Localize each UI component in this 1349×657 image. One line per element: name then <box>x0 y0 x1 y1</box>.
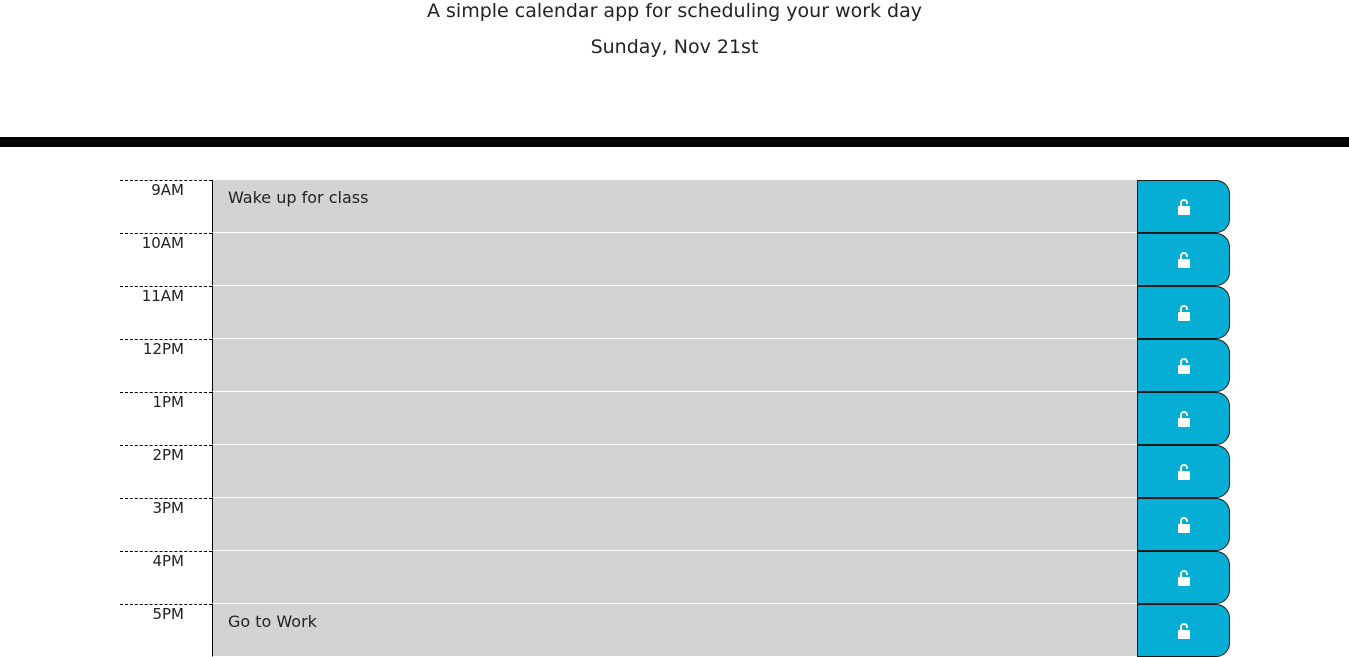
save-button[interactable] <box>1137 604 1230 657</box>
current-day: Sunday, Nov 21st <box>590 36 759 58</box>
save-button[interactable] <box>1137 445 1230 498</box>
unlock-icon <box>1177 358 1190 374</box>
unlock-icon <box>1177 464 1190 480</box>
save-button[interactable] <box>1137 180 1230 233</box>
unlock-icon <box>1177 517 1190 533</box>
unlock-icon <box>1177 199 1190 215</box>
description-textarea[interactable] <box>212 339 1137 392</box>
unlock-icon <box>1177 411 1190 427</box>
schedule-container: 9AM Wake up for class 10AM 11AM 12PM 1PM <box>120 180 1230 657</box>
hour-label: 10AM <box>120 233 212 286</box>
hour-label: 1PM <box>120 392 212 445</box>
save-button[interactable] <box>1137 339 1230 392</box>
save-button[interactable] <box>1137 498 1230 551</box>
description-textarea[interactable]: Go to Work <box>212 604 1137 657</box>
time-block-row: 12PM <box>120 339 1230 392</box>
unlock-icon <box>1177 623 1190 639</box>
time-block-row: 5PM Go to Work <box>120 604 1230 657</box>
hour-label: 2PM <box>120 445 212 498</box>
description-textarea[interactable] <box>212 392 1137 445</box>
time-block-row: 1PM <box>120 392 1230 445</box>
app-description: A simple calendar app for scheduling you… <box>426 0 923 22</box>
jumbotron-header: A simple calendar app for scheduling you… <box>0 0 1349 137</box>
hour-label: 9AM <box>120 180 212 233</box>
header-divider <box>0 137 1349 147</box>
hour-label: 3PM <box>120 498 212 551</box>
description-textarea[interactable] <box>212 445 1137 498</box>
description-textarea[interactable] <box>212 286 1137 339</box>
unlock-icon <box>1177 252 1190 268</box>
hour-label: 11AM <box>120 286 212 339</box>
hour-label: 4PM <box>120 551 212 604</box>
time-block-row: 11AM <box>120 286 1230 339</box>
hour-label: 5PM <box>120 604 212 657</box>
time-block-row: 4PM <box>120 551 1230 604</box>
save-button[interactable] <box>1137 286 1230 339</box>
time-block-row: 3PM <box>120 498 1230 551</box>
hour-label: 12PM <box>120 339 212 392</box>
save-button[interactable] <box>1137 551 1230 604</box>
time-block-row: 2PM <box>120 445 1230 498</box>
unlock-icon <box>1177 570 1190 586</box>
description-textarea[interactable] <box>212 498 1137 551</box>
unlock-icon <box>1177 305 1190 321</box>
description-textarea[interactable] <box>212 233 1137 286</box>
time-block-row: 9AM Wake up for class <box>120 180 1230 233</box>
description-textarea[interactable] <box>212 551 1137 604</box>
save-button[interactable] <box>1137 233 1230 286</box>
time-block-row: 10AM <box>120 233 1230 286</box>
description-textarea[interactable]: Wake up for class <box>212 180 1137 233</box>
save-button[interactable] <box>1137 392 1230 445</box>
